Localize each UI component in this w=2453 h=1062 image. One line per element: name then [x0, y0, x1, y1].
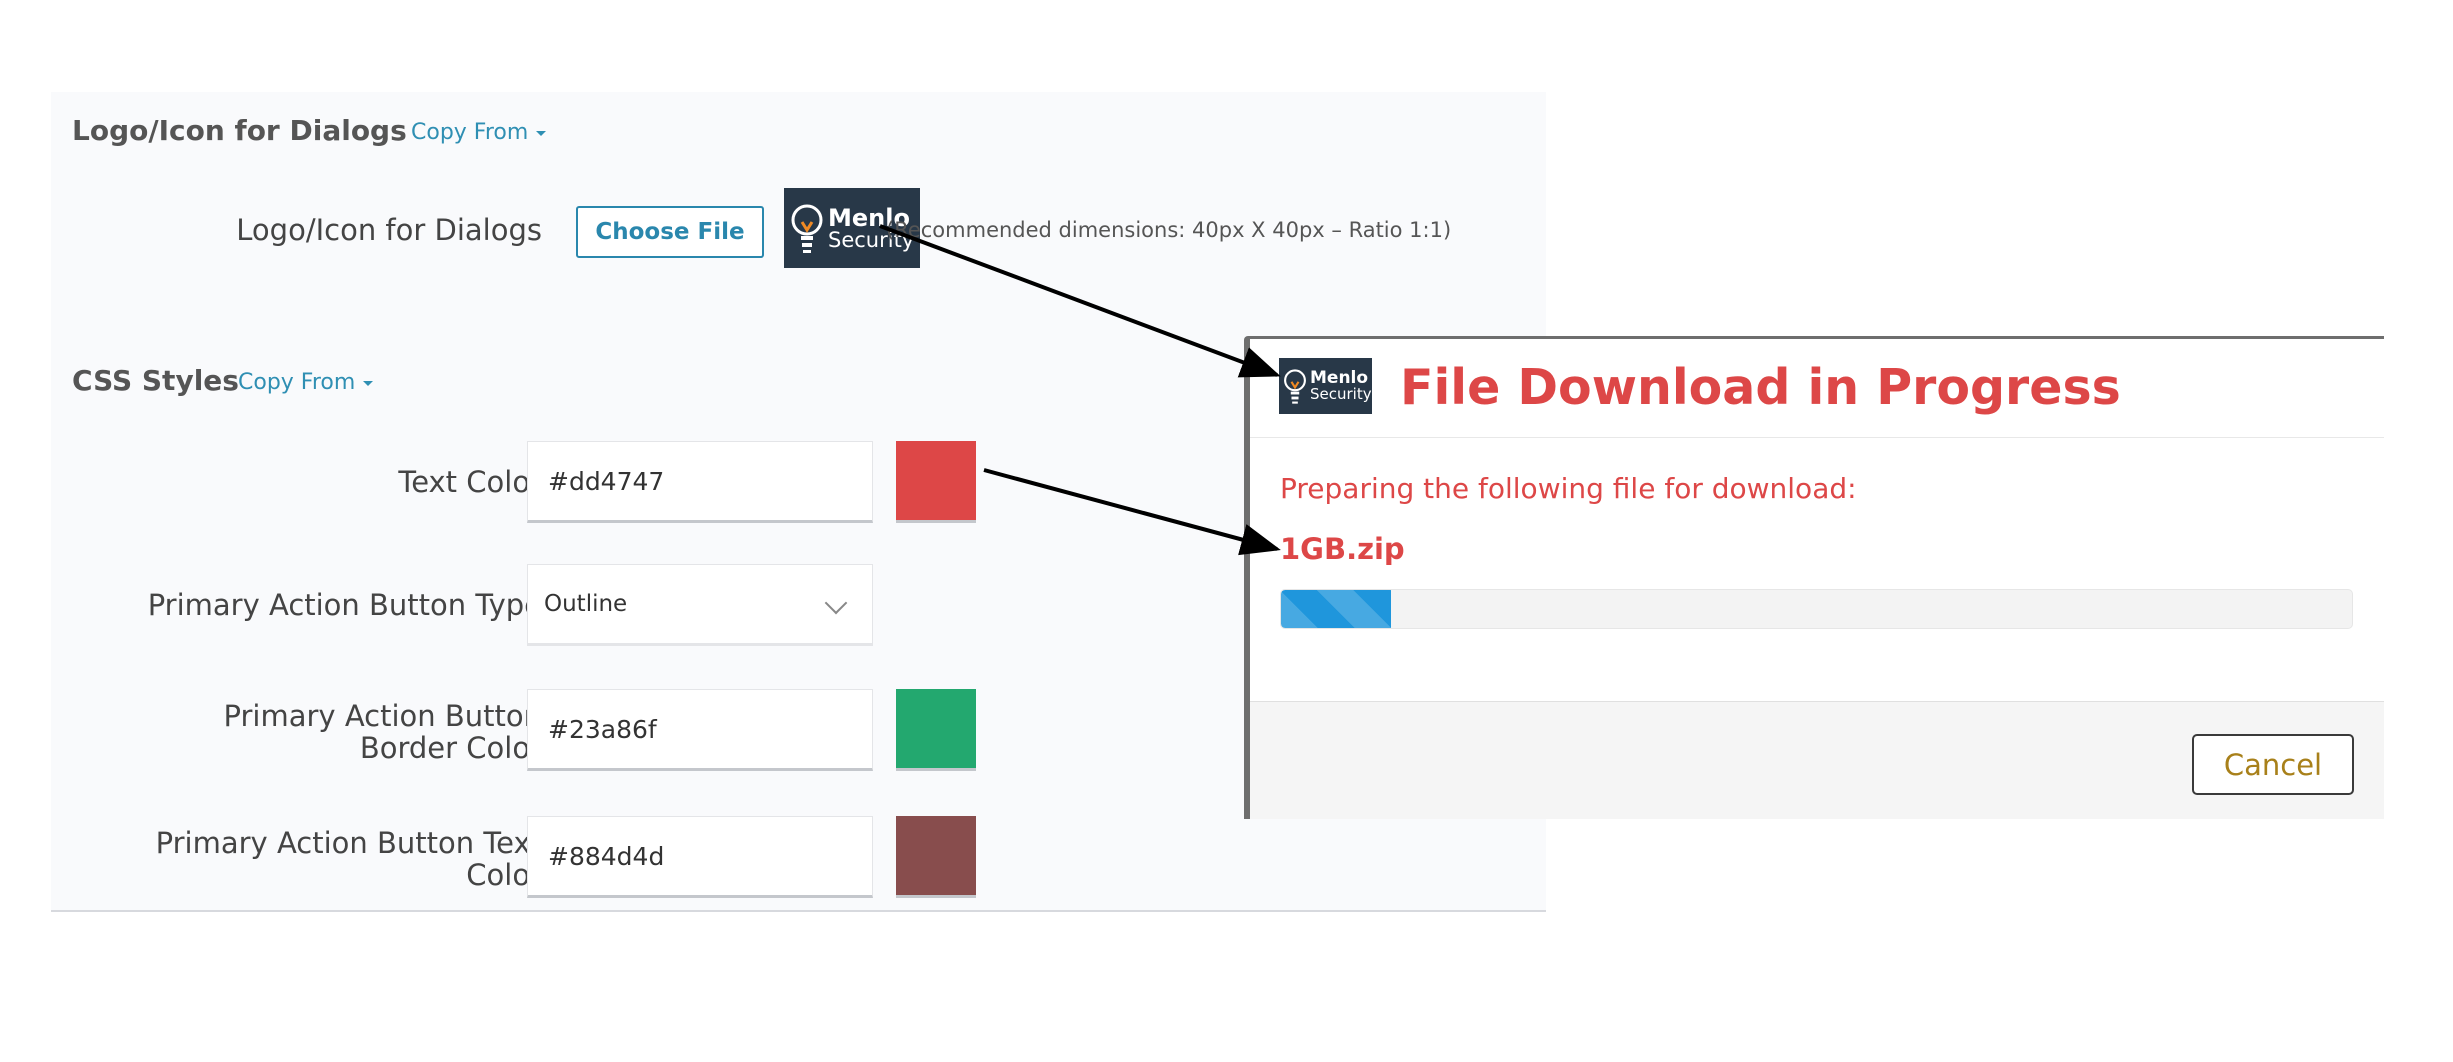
arrow-color-to-text: [983, 468, 1281, 556]
arrow-logo-to-dialog: [879, 224, 1281, 378]
annotation-arrows: [879, 224, 1281, 556]
